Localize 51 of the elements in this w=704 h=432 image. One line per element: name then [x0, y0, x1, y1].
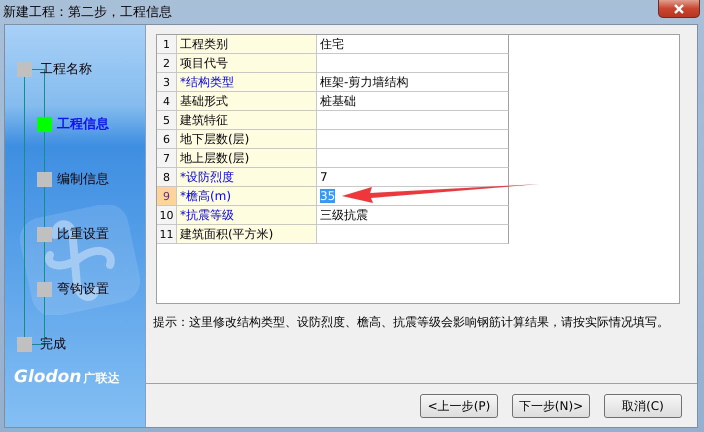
property-name: 建筑特征 — [177, 111, 317, 130]
property-value[interactable] — [317, 225, 509, 244]
property-value[interactable]: 桩基础 — [317, 92, 509, 111]
property-value[interactable]: 三级抗震 — [317, 206, 509, 225]
wizard-button[interactable]: 下一步(N)> — [512, 394, 590, 418]
row-number: 2 — [157, 54, 177, 73]
step-label[interactable]: 比重设置 — [57, 225, 109, 243]
row-number: 5 — [157, 111, 177, 130]
property-name: *抗震等级 — [177, 206, 317, 225]
window-title: 新建工程：第二步，工程信息 — [3, 4, 172, 21]
property-name: 建筑面积(平方米) — [177, 225, 317, 244]
property-value[interactable]: 框架-剪力墙结构 — [317, 73, 509, 92]
property-name: *设防烈度 — [177, 168, 317, 187]
row-number: 4 — [157, 92, 177, 111]
property-name: *檐高(m) — [177, 187, 317, 206]
row-number: 9 — [157, 187, 177, 206]
property-name: 工程类别 — [177, 35, 317, 54]
row-number: 11 — [157, 225, 177, 244]
brand-logo: Glodon — [14, 367, 82, 387]
wizard-button[interactable]: 取消(C) — [604, 394, 682, 418]
wizard-button[interactable]: <上一步(P) — [420, 394, 498, 418]
step-label[interactable]: 编制信息 — [57, 170, 109, 188]
row-number: 10 — [157, 206, 177, 225]
value-text: 住宅 — [320, 36, 344, 52]
property-value[interactable] — [317, 54, 509, 73]
property-value[interactable]: 住宅 — [317, 35, 509, 54]
value-text: 桩基础 — [320, 92, 356, 110]
property-name: 地下层数(层) — [177, 130, 317, 149]
close-button[interactable] — [658, 0, 700, 18]
step-label[interactable]: 完成 — [40, 335, 66, 353]
value-text: 35 — [320, 189, 336, 203]
brand-name: 广联达 — [83, 370, 120, 387]
row-number: 1 — [157, 35, 177, 54]
property-name: 基础形式 — [177, 92, 317, 111]
row-number: 3 — [157, 73, 177, 92]
row-number: 7 — [157, 149, 177, 168]
close-icon — [672, 4, 686, 14]
property-name: *结构类型 — [177, 73, 317, 92]
property-name: 项目代号 — [177, 54, 317, 73]
value-text: 7 — [320, 170, 328, 184]
value-text: 框架-剪力墙结构 — [320, 74, 408, 90]
row-number: 8 — [157, 168, 177, 187]
step-label[interactable]: 工程名称 — [40, 60, 92, 78]
property-value[interactable] — [317, 130, 509, 149]
row-number: 6 — [157, 130, 177, 149]
hint-text: 提示：这里修改结构类型、设防烈度、檐高、抗震等级会影响钢筋计算结果，请按实际情况填写。 — [153, 314, 670, 331]
property-value[interactable] — [317, 149, 509, 168]
step-label[interactable]: 弯钩设置 — [57, 280, 109, 298]
property-value[interactable] — [317, 111, 509, 130]
value-text: 三级抗震 — [320, 206, 368, 224]
property-name: 地上层数(层) — [177, 149, 317, 168]
